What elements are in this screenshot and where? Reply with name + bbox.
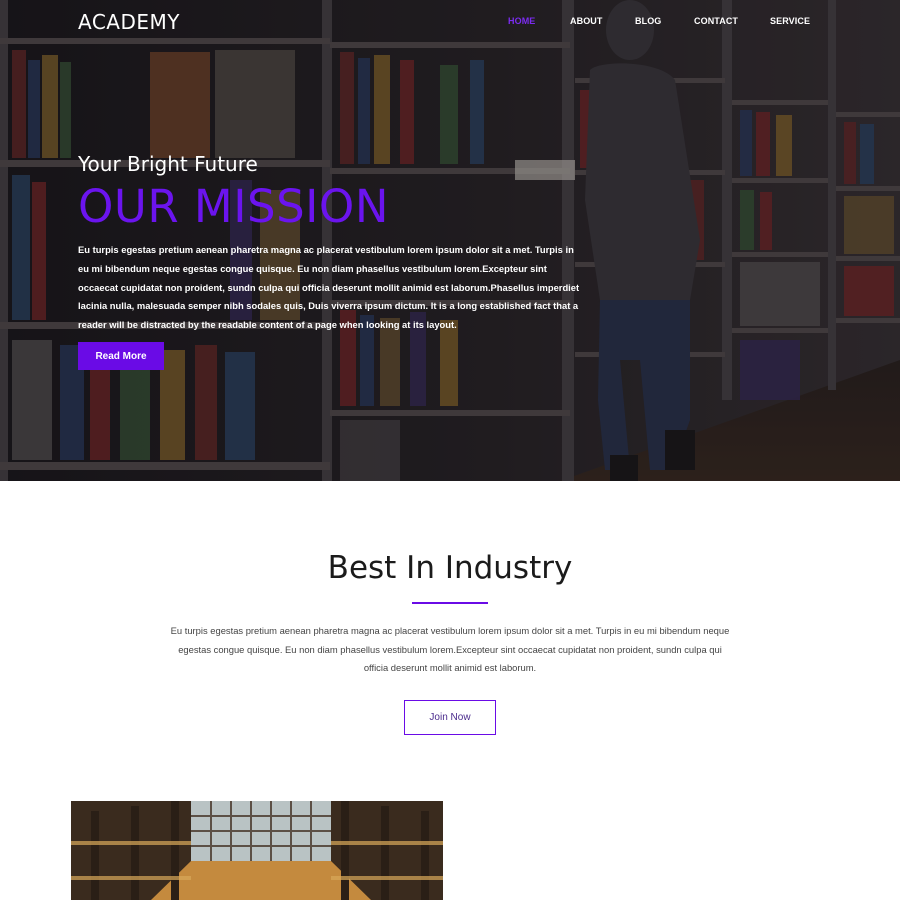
main-nav: HOME ABOUT BLOG CONTACT SERVICE [0, 16, 900, 30]
hero-description: Eu turpis egestas pretium aenean pharetr… [78, 244, 580, 331]
section-description: Eu turpis egestas pretium aenean pharetr… [170, 625, 730, 673]
nav-item-contact[interactable]: CONTACT [694, 16, 738, 26]
section-title: Best In Industry [327, 550, 573, 586]
read-more-button[interactable]: Read More [78, 342, 164, 370]
nav-item-blog[interactable]: BLOG [635, 16, 661, 26]
nav-item-about[interactable]: ABOUT [570, 16, 603, 26]
nav-item-home[interactable]: HOME [508, 16, 535, 26]
hero-subtitle: Your Bright Future [78, 152, 258, 176]
hero-section: ACADEMY HOME ABOUT BLOG CONTACT SERVICE … [0, 0, 900, 481]
hero-title: OUR MISSION [78, 180, 390, 233]
title-underline [412, 602, 488, 604]
library-hall-image [71, 801, 443, 900]
nav-item-service[interactable]: SERVICE [770, 16, 810, 26]
join-now-button[interactable]: Join Now [404, 700, 496, 735]
